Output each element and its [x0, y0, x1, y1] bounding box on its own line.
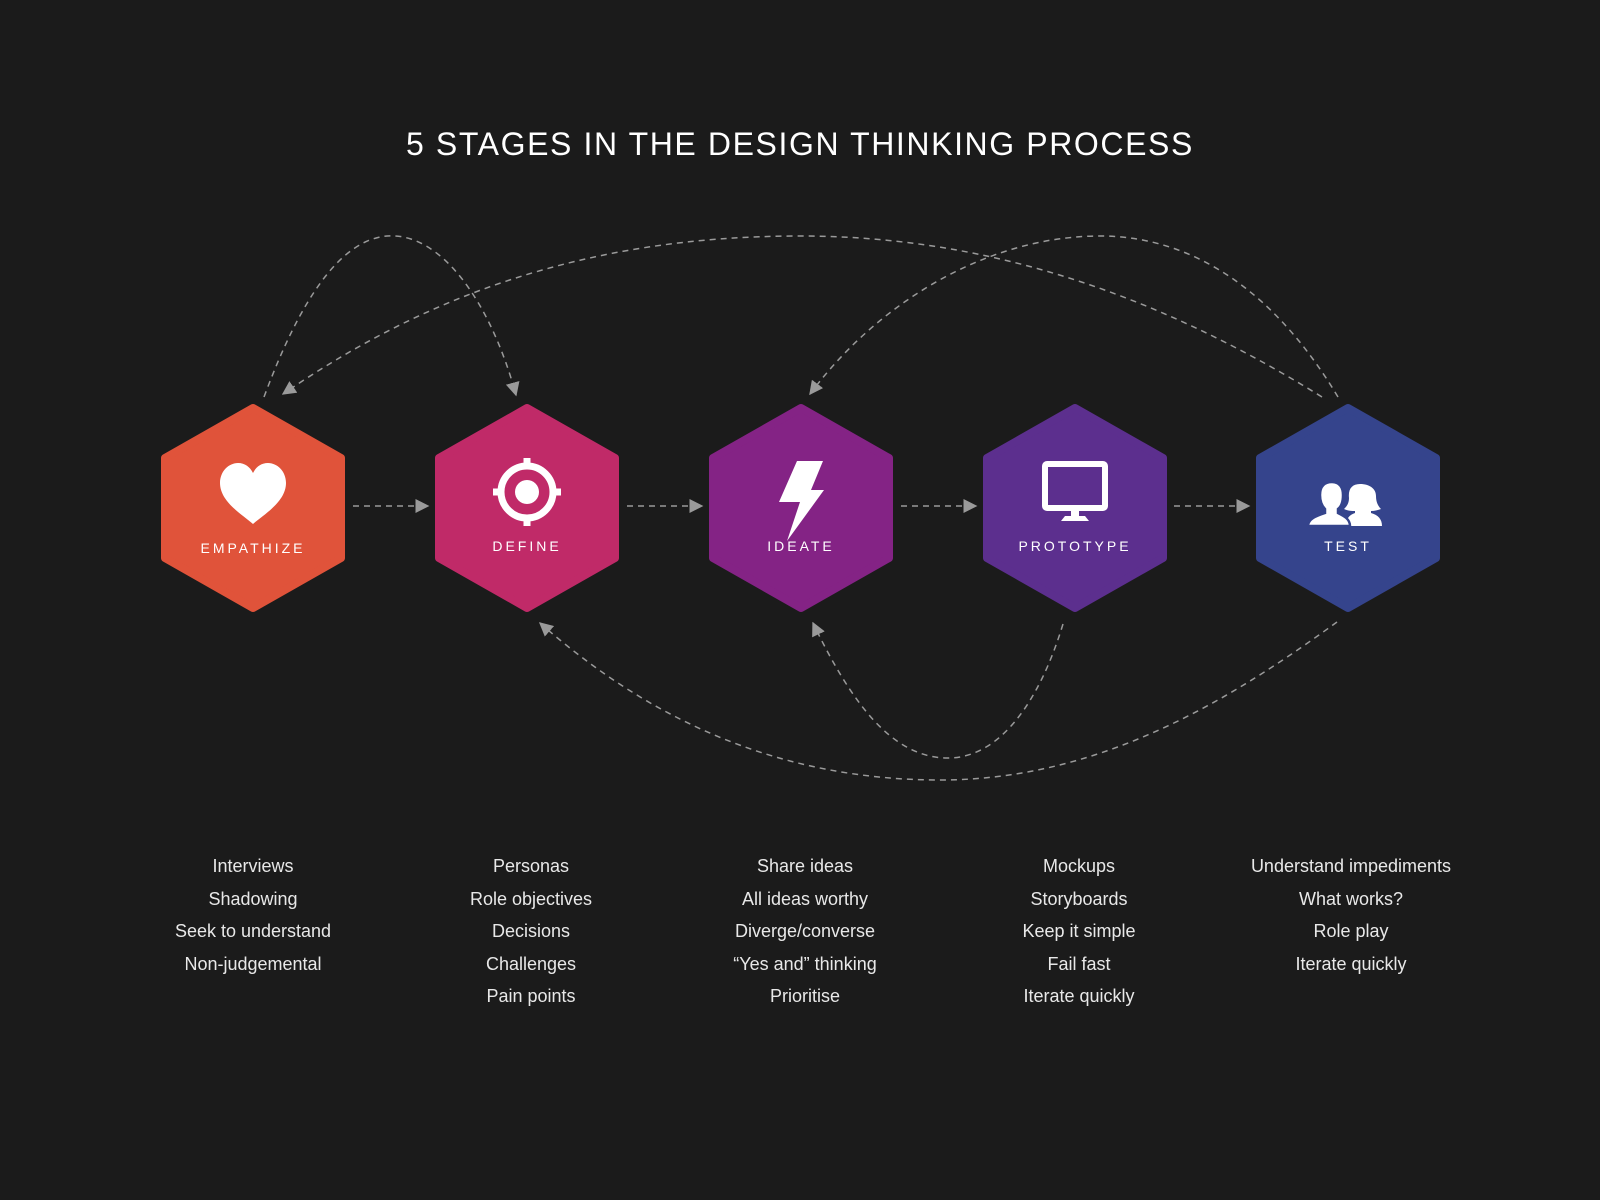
- loop-arrow-test-to-define: [538, 621, 1338, 781]
- stage-ideate: IDEATE: [709, 404, 893, 612]
- activity-item: Understand impediments: [1250, 856, 1452, 876]
- activity-item: Role play: [1313, 921, 1389, 941]
- activity-list-test: Understand impediments What works? Role pl…: [1221, 855, 1481, 985]
- stage-label: PROTOTYPE: [1018, 538, 1131, 554]
- stage-label: IDEATE: [767, 538, 835, 554]
- stage-label: TEST: [1324, 538, 1372, 554]
- process-diagram: EMPATHIZE DEFINE IDEATE PROTOTYPE TEST: [161, 235, 1440, 781]
- activity-item: Interviews: [212, 856, 294, 876]
- activity-item: “Yes and” thinking: [733, 953, 877, 974]
- loop-arrow-test-to-empathize: [281, 235, 1323, 398]
- activity-item: What works?: [1298, 888, 1404, 909]
- activity-item: Mockups: [1042, 856, 1116, 876]
- activity-item: Pain points: [486, 986, 576, 1006]
- activity-item: Iterate quickly: [1295, 953, 1407, 974]
- activity-item: Storyboards: [1030, 888, 1128, 909]
- activity-item: Diverge/converse: [734, 921, 876, 941]
- activity-item: All ideas worthy: [741, 888, 869, 909]
- stage-empathize: EMPATHIZE: [161, 404, 345, 612]
- loop-arrow-test-to-ideate: [809, 235, 1339, 398]
- stage-label: EMPATHIZE: [200, 540, 305, 556]
- activity-item: Role objectives: [469, 888, 593, 909]
- loop-arrow-empathize-to-define: [263, 235, 520, 398]
- activity-item: Shadowing: [208, 888, 298, 909]
- stage-label: DEFINE: [492, 538, 561, 554]
- activity-item: Keep it simple: [1022, 921, 1136, 941]
- activity-list-prototype: Mockups Storyboards Keep it simple Fail fas…: [949, 855, 1209, 1018]
- activity-list-ideate: Share ideas All ideas worthy Diverge/conve…: [675, 855, 935, 1018]
- activity-item: Seek to understand: [174, 921, 332, 941]
- activity-item: Decisions: [491, 921, 571, 941]
- activity-item: Iterate quickly: [1023, 986, 1135, 1006]
- activity-list-define: Personas Role objectives Decisions Challeng…: [401, 855, 661, 1018]
- activity-item: Fail fast: [1047, 953, 1111, 974]
- activity-list-empathize: Interviews Shadowing Seek to understand Non…: [123, 855, 383, 985]
- activity-item: Non-judgemental: [184, 953, 322, 974]
- activity-item: Challenges: [485, 953, 577, 974]
- loop-arrow-prototype-to-ideate: [812, 621, 1064, 759]
- activity-item: Personas: [492, 856, 570, 876]
- stage-test: TEST: [1256, 404, 1440, 612]
- stage-define: DEFINE: [435, 404, 619, 612]
- hexagon: [435, 404, 619, 612]
- stage-prototype: PROTOTYPE: [983, 404, 1167, 612]
- activity-item: Share ideas: [756, 856, 854, 876]
- activity-item: Prioritise: [769, 986, 840, 1006]
